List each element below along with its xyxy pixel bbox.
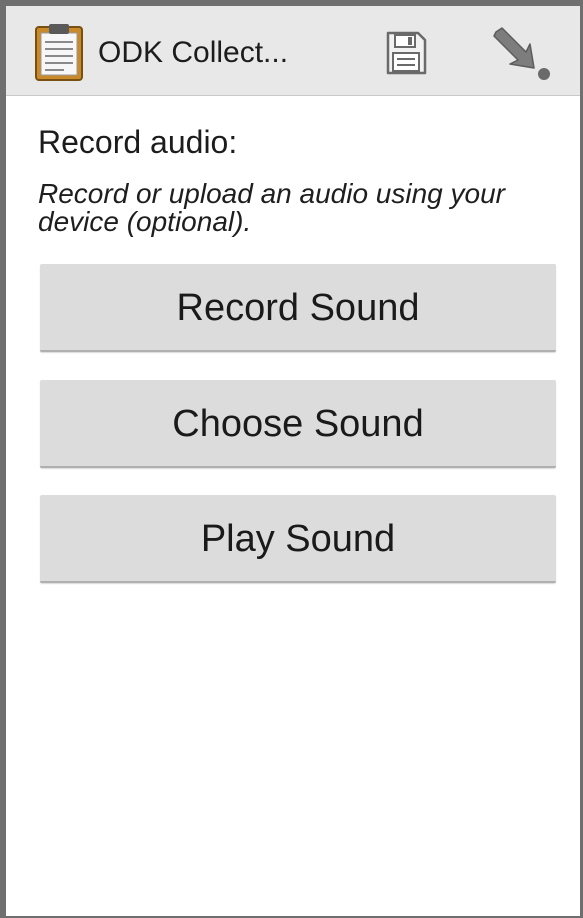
question-hint: Record or upload an audio using your dev… xyxy=(38,178,505,237)
app-title: ODK Collect... xyxy=(98,36,289,69)
play-sound-button[interactable]: Play Sound xyxy=(40,495,556,583)
record-sound-button[interactable]: Record Sound xyxy=(40,264,556,352)
choose-sound-button[interactable]: Choose Sound xyxy=(40,380,556,468)
question-label: Record audio: xyxy=(38,124,238,160)
action-bar: ODK Collect... xyxy=(6,6,580,96)
go-to-arrow-icon[interactable] xyxy=(488,24,552,82)
device-screen: ODK Collect... Record audio: Record or u… xyxy=(0,0,583,918)
save-icon[interactable] xyxy=(384,30,428,76)
question-content: Record audio: Record or upload an audio … xyxy=(6,96,580,916)
clipboard-icon xyxy=(35,24,83,81)
